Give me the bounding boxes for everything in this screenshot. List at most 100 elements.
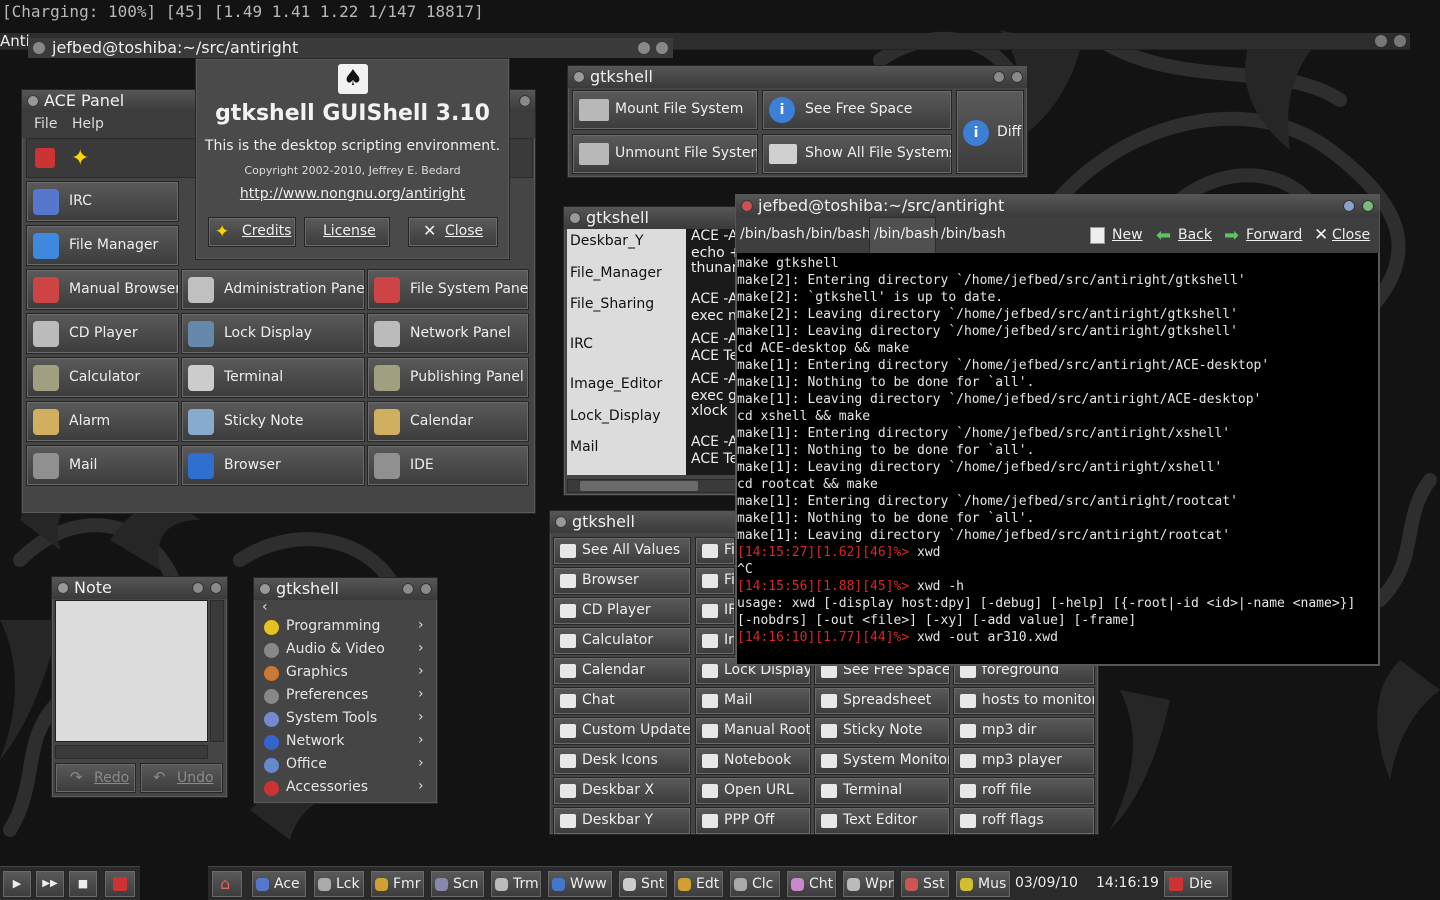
unmount-filesystem-button[interactable]: Unmount File System (572, 134, 758, 174)
terminal-button[interactable]: Terminal (814, 777, 950, 805)
minimize-icon[interactable] (1343, 200, 1355, 212)
play-button[interactable]: ▶ (2, 870, 32, 898)
audio-video-menu-item[interactable]: Audio & Video › (258, 640, 434, 662)
mail-launcher-button[interactable]: Mail (26, 445, 179, 486)
terminal-launcher-button[interactable]: Terminal (181, 357, 365, 398)
terminal-tab[interactable]: /bin/bash (802, 221, 871, 253)
alarm-launcher-button[interactable]: Alarm (26, 401, 179, 442)
ide-launcher-button[interactable]: IDE (367, 445, 529, 486)
see-free-space-button[interactable]: i See Free Space (762, 90, 952, 130)
see-all-values-button[interactable]: See All Values (553, 537, 691, 565)
note-text-area[interactable] (55, 600, 208, 742)
mail-button[interactable]: Mail (695, 687, 811, 715)
terminal-tab[interactable]: /bin/bash (937, 221, 1006, 253)
menu-file[interactable]: File (34, 116, 57, 132)
show-all-filesystems-button[interactable]: Show All File Systems (762, 134, 952, 174)
window-menu-icon[interactable] (33, 42, 45, 54)
minimize-icon[interactable] (1375, 35, 1387, 47)
roff-file-button[interactable]: roff file (953, 777, 1095, 805)
roff-flags-button[interactable]: roff flags (953, 807, 1095, 835)
horizontal-scrollbar[interactable] (567, 479, 741, 493)
browser-button[interactable]: Browser (553, 567, 691, 595)
window-menu-icon[interactable] (569, 212, 581, 224)
hosts-to-monitor-button[interactable]: hosts to monitor (953, 687, 1095, 715)
taskbar-edt-button[interactable]: Edt (673, 870, 724, 898)
terminal-tab[interactable]: /bin/bash (869, 217, 939, 253)
network-menu-item[interactable]: Network › (258, 732, 434, 754)
license-button[interactable]: License (304, 217, 390, 247)
fi-button[interactable]: Fi (695, 537, 735, 565)
accessories-menu-item[interactable]: Accessories › (258, 778, 434, 800)
taskbar-scn-button[interactable]: Scn (430, 870, 485, 898)
taskbar-www-button[interactable]: Www (547, 870, 613, 898)
close-button[interactable]: ✕ Close (408, 217, 498, 247)
taskbar-sst-button[interactable]: Sst (900, 870, 950, 898)
taskbar-wpr-button[interactable]: Wpr (842, 870, 895, 898)
calculator-launcher-button[interactable]: Calculator (26, 357, 179, 398)
credits-button[interactable]: ✦ Credits (208, 217, 296, 247)
cd-player-button[interactable]: CD Player (553, 597, 691, 625)
close-icon[interactable] (519, 95, 531, 107)
window-menu-icon[interactable] (57, 582, 69, 594)
taskbar-cht-button[interactable]: Cht (786, 870, 837, 898)
sticky-note-button[interactable]: Sticky Note (814, 717, 950, 745)
taskbar-snt-button[interactable]: Snt (618, 870, 668, 898)
office-menu-item[interactable]: Office › (258, 755, 434, 777)
mount-filesystem-button[interactable]: Mount File System (572, 90, 758, 130)
deskbar-x-button[interactable]: Deskbar X (553, 777, 691, 805)
ppp-off-button[interactable]: PPP Off (695, 807, 811, 835)
window-menu-icon[interactable] (741, 200, 753, 212)
terminal-tab[interactable]: /bin/bash (736, 221, 805, 253)
window-menu-icon[interactable] (27, 95, 39, 107)
horizontal-scrollbar[interactable] (55, 745, 208, 759)
graphics-menu-item[interactable]: Graphics › (258, 663, 434, 685)
close-icon[interactable] (420, 583, 432, 595)
menu-help[interactable]: Help (72, 116, 104, 132)
text-editor-button[interactable]: Text Editor (814, 807, 950, 835)
system-tools-menu-item[interactable]: System Tools › (258, 709, 434, 731)
taskbar-lck-button[interactable]: Lck (313, 870, 365, 898)
close-icon[interactable] (656, 42, 668, 54)
browser-launcher-button[interactable]: Browser (181, 445, 365, 486)
redo-button[interactable]: ↷ Redo (55, 763, 136, 793)
fi-button[interactable]: Fi (695, 567, 735, 595)
manual-browser-launcher-button[interactable]: Manual Browser (26, 269, 179, 310)
calendar-button[interactable]: Calendar (553, 657, 691, 685)
about-url-link[interactable]: http://www.nongnu.org/antiright (196, 186, 509, 202)
notebook-button[interactable]: Notebook (695, 747, 811, 775)
scrollbar-thumb[interactable] (580, 481, 698, 491)
home-button[interactable]: ⌂ (211, 870, 243, 898)
calculator-button[interactable]: Calculator (553, 627, 691, 655)
terminal-output[interactable]: make gtkshell make[2]: Entering directory… (737, 255, 1377, 663)
undo-button[interactable]: ↶ Undo (140, 763, 223, 793)
eject-button[interactable] (104, 870, 136, 898)
window-menu-icon[interactable] (555, 516, 567, 528)
network-panel-launcher-button[interactable]: Network Panel (367, 313, 529, 354)
programming-menu-item[interactable]: Programming › (258, 617, 434, 639)
die-button[interactable]: Die (1163, 870, 1229, 898)
custom-updater-button[interactable]: Custom Updater (553, 717, 691, 745)
chat-button[interactable]: Chat (553, 687, 691, 715)
mp3-player-button[interactable]: mp3 player (953, 747, 1095, 775)
minimize-icon[interactable] (192, 582, 204, 594)
administration-panel-launcher-button[interactable]: Administration Panel (181, 269, 365, 310)
desk-icons-button[interactable]: Desk Icons (553, 747, 691, 775)
if-button[interactable]: IF (695, 597, 735, 625)
close-icon[interactable] (210, 582, 222, 594)
next-button[interactable]: ▶▶ (35, 870, 65, 898)
mp3-dir-button[interactable]: mp3 dir (953, 717, 1095, 745)
star-icon[interactable]: ✦ (71, 146, 89, 171)
publishing-panel-launcher-button[interactable]: Publishing Panel (367, 357, 529, 398)
menu-back-icon[interactable]: ‹ (262, 599, 268, 615)
lock-display-launcher-button[interactable]: Lock Display (181, 313, 365, 354)
vertical-scrollbar[interactable] (210, 600, 224, 742)
minimize-icon[interactable] (638, 42, 650, 54)
maximize-icon[interactable] (1362, 200, 1374, 212)
manual-root-button[interactable]: Manual Root (695, 717, 811, 745)
close-icon[interactable] (1394, 35, 1406, 47)
spreadsheet-button[interactable]: Spreadsheet (814, 687, 950, 715)
deskbar-y-button[interactable]: Deskbar Y (553, 807, 691, 835)
close-icon[interactable] (1011, 71, 1023, 83)
open-url-button[interactable]: Open URL (695, 777, 811, 805)
window-menu-icon[interactable] (573, 71, 585, 83)
